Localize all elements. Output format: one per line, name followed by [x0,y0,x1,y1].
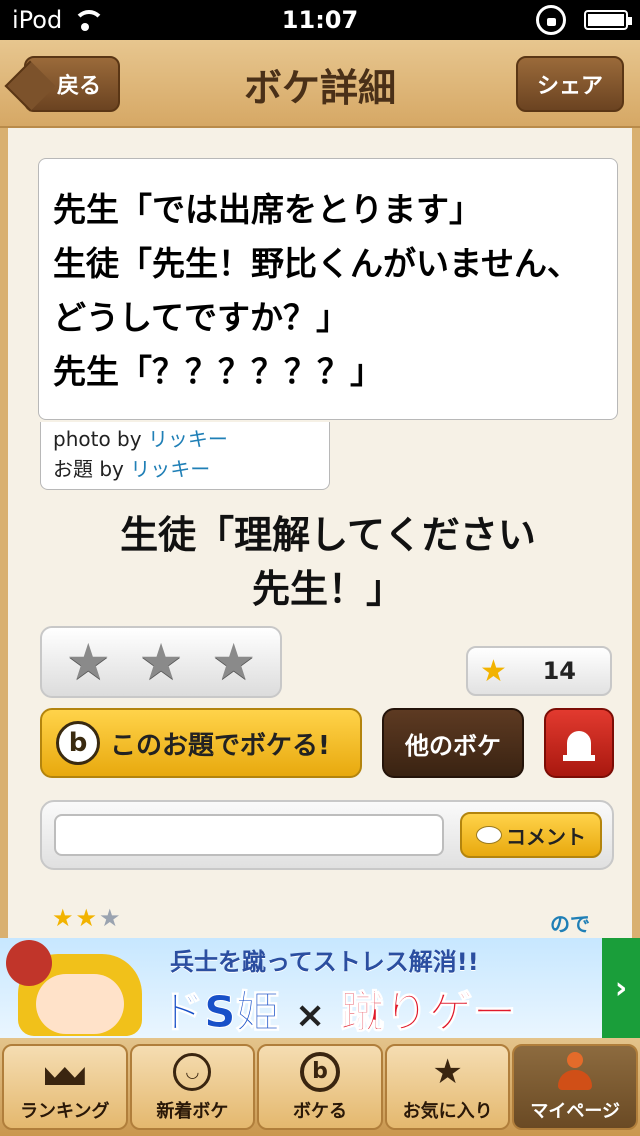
face-icon: ◡ [173,1051,212,1093]
carrier-label: iPod [12,6,63,34]
ad-character-image [6,940,156,1036]
rating-stars: ★ ★ ★ [40,626,282,698]
topic-credit-prefix: お題 by [53,457,131,481]
star-icon: ★ [99,904,123,932]
comment-button-label: コメント [506,824,586,849]
topic-author-link[interactable]: リッキー [130,457,210,481]
tab-label: お気に入り [402,1101,493,1122]
status-right [536,5,632,35]
tab-label: マイページ [530,1101,620,1122]
crown-icon [45,1051,85,1093]
report-button[interactable] [544,708,614,778]
other-boke-button[interactable]: 他のボケ [382,708,524,778]
star-icon: ★ [52,904,76,932]
b-icon: b [299,1051,340,1093]
status-bar: iPod 11:07 [0,0,640,40]
topic-credit: お題 by リッキー [53,454,317,484]
ad-rose-icon [6,940,52,986]
user-icon [558,1051,593,1093]
ad-title-right: 蹴りゲー [340,987,517,1039]
star-icon[interactable]: ★ [211,637,256,687]
comment-input[interactable] [54,814,444,856]
wifi-icon [72,10,106,31]
comment-bar: コメント [40,800,614,870]
tab-label: 新着ボケ [156,1101,229,1122]
tab-ranking[interactable]: ランキング [2,1044,128,1130]
photo-text-line: 先生「？？？？？？」 [53,352,383,391]
tab-label: ランキング [20,1101,110,1122]
photo-credit: photo by リッキー [53,424,317,454]
photo-author-link[interactable]: リッキー [148,427,228,451]
photo-text-line: 先生「では出席をとります」 [53,190,482,229]
boke-with-this-topic-button[interactable]: b このお題でボケる! [40,708,362,778]
tab-boke[interactable]: b ボケる [257,1044,383,1130]
star-icon: ★ [75,904,100,932]
boke-caption: 生徒「理解してください 先生！」 [48,508,608,616]
share-button[interactable]: シェア [516,56,624,112]
star-icon: ★ [432,1052,463,1092]
back-button-label: 戻る [56,74,101,99]
caption-line: 先生！」 [251,567,404,611]
ad-title-x: × [295,995,326,1036]
star-icon[interactable]: ★ [66,637,111,687]
boke-b-icon: b [56,721,100,765]
tab-new-boke[interactable]: ◡ 新着ボケ [129,1044,256,1130]
status-left: iPod [12,6,106,34]
partial-link[interactable]: ので [550,908,590,937]
caption-line: 生徒「理解してください [120,513,536,557]
photo-card[interactable]: 先生「では出席をとります」 生徒「先生！野比くんがいません、 どうしてですか？」… [38,158,618,420]
star-icon[interactable]: ★ [139,637,184,687]
speech-bubble-icon [476,826,502,844]
tab-favorites[interactable]: ★ お気に入り [384,1044,511,1130]
ad-character-face [36,974,124,1034]
tab-label: ボケる [292,1101,347,1122]
content-area: 先生「では出席をとります」 生徒「先生！野比くんがいません、 どうしてですか？」… [0,128,640,938]
siren-icon [563,725,595,761]
credit-card: photo by リッキー お題 by リッキー [40,422,330,490]
mini-rating: ★★★ [52,904,123,932]
ad-arrow-icon[interactable]: › [602,938,640,1038]
boke-button-label: このお題でボケる! [110,730,330,761]
battery-icon [584,10,632,30]
photo-text-line: どうしてですか？」 [53,298,350,337]
share-button-label: シェア [536,74,603,99]
other-boke-label: 他のボケ [405,731,501,760]
navigation-bar: ボケ詳細 戻る シェア [0,40,640,128]
back-button[interactable]: 戻る [24,56,120,112]
ad-title-left: ドS姫 [160,987,281,1039]
star-count: 14 [542,657,576,685]
tab-bar: ランキング ◡ 新着ボケ b ボケる ★ お気に入り マイページ [0,1038,640,1136]
ad-title: ドS姫 × 蹴りゲー [160,976,600,1039]
photo-text-line: 生徒「先生！野比くんがいません、 [53,244,581,283]
tab-mypage[interactable]: マイページ [512,1044,638,1130]
ad-tagline: 兵士を蹴ってストレス解消!! [170,948,479,976]
ad-banner[interactable]: 兵士を蹴ってストレス解消!! ドS姫 × 蹴りゲー › [0,938,640,1038]
star-icon: ★ [480,653,507,689]
star-count-badge: ★ 14 [466,646,612,696]
photo-credit-prefix: photo by [53,427,148,451]
rotation-lock-icon [536,5,566,35]
comment-button[interactable]: コメント [460,812,602,858]
